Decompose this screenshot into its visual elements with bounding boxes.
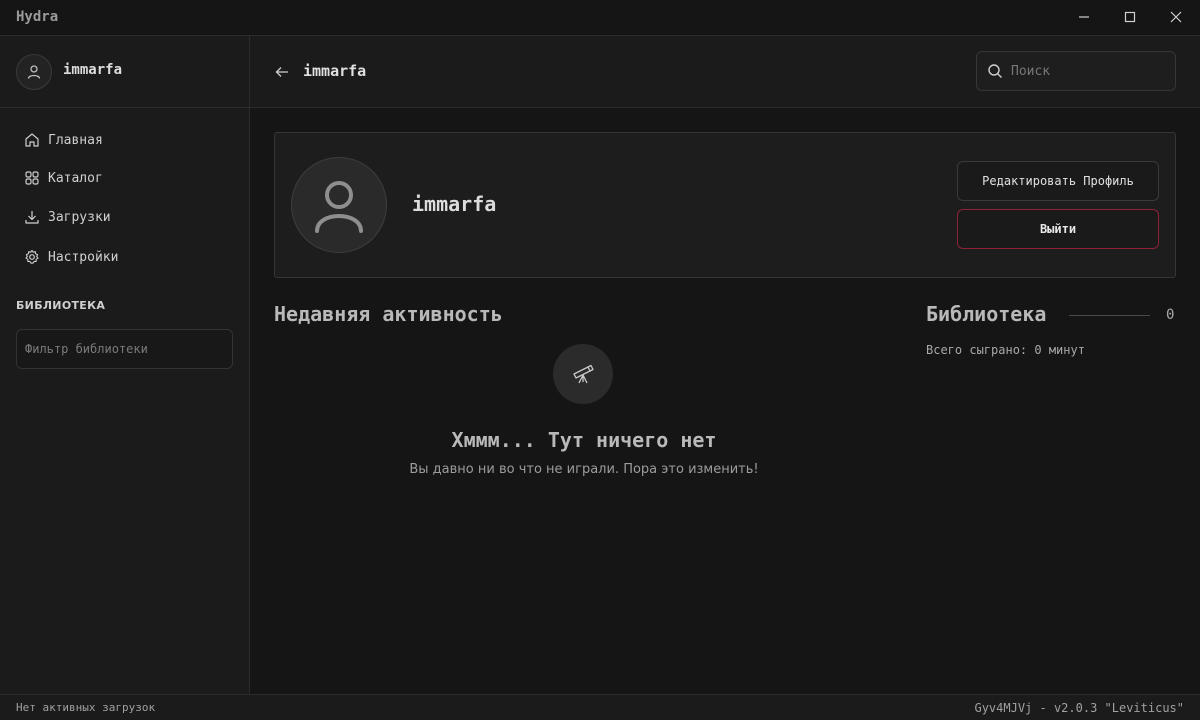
telescope-icon (573, 364, 594, 384)
search-box[interactable] (976, 51, 1176, 91)
user-icon (27, 65, 41, 79)
sidebar-item-home[interactable]: Главная (16, 125, 236, 155)
empty-state-title: Хммм... Тут ничего нет (451, 428, 717, 452)
maximize-icon (1124, 11, 1136, 23)
close-button[interactable] (1153, 0, 1199, 34)
version-label: Gyv4MJVj - v2.0.3 "Leviticus" (974, 701, 1184, 715)
sidebar-item-label: Загрузки (48, 209, 111, 225)
home-icon (22, 130, 42, 150)
page-title: immarfa (303, 62, 367, 80)
sidebar-item-catalog[interactable]: Каталог (16, 163, 236, 193)
library-divider (1069, 315, 1150, 316)
page-header: immarfa (250, 36, 1200, 108)
profile-avatar (291, 157, 387, 253)
back-button[interactable] (272, 62, 292, 82)
empty-state-icon (553, 344, 613, 404)
search-icon (988, 64, 1002, 78)
downloads-status: Нет активных загрузок (16, 701, 156, 714)
logout-button[interactable]: Выйти (957, 209, 1159, 249)
sidebar-item-downloads[interactable]: Загрузки (16, 202, 236, 232)
avatar[interactable] (16, 54, 52, 90)
arrow-left-icon (275, 67, 288, 77)
search-input[interactable] (1011, 52, 1171, 90)
minimize-icon (1079, 16, 1089, 18)
minimize-button[interactable] (1061, 0, 1107, 34)
maximize-button[interactable] (1107, 0, 1153, 34)
sidebar-item-label: Главная (48, 132, 103, 148)
library-title: Библиотека (926, 302, 1047, 326)
profile-username: immarfa (412, 192, 497, 216)
library-filter-input[interactable] (16, 329, 233, 369)
empty-state-subtitle: Вы давно ни во что не играли. Пора это и… (409, 462, 759, 477)
window-title: Hydra (16, 9, 59, 25)
window-titlebar: Hydra (0, 0, 1200, 36)
status-bar: Нет активных загрузок Gyv4MJVj - v2.0.3 … (0, 694, 1200, 720)
sidebar-item-label: Настройки (48, 249, 119, 265)
gear-icon (22, 247, 42, 267)
profile-card: immarfa Редактировать Профиль Выйти (274, 132, 1176, 278)
edit-profile-button[interactable]: Редактировать Профиль (957, 161, 1159, 201)
sidebar-username: immarfa (63, 62, 123, 78)
user-icon (315, 181, 363, 233)
library-count: 0 (1166, 307, 1175, 323)
sidebar-profile[interactable]: immarfa (0, 36, 249, 108)
download-icon (22, 207, 42, 227)
sidebar: immarfa Главная Каталог Загрузки Настрой… (0, 36, 250, 694)
close-icon (1170, 11, 1182, 23)
recent-activity-title: Недавняя активность (274, 302, 503, 326)
sidebar-item-settings[interactable]: Настройки (16, 242, 236, 272)
library-total-played: Всего сыграно: 0 минут (926, 343, 1085, 357)
sidebar-item-label: Каталог (48, 170, 103, 186)
library-heading: БИБЛИОТЕКА (16, 299, 106, 312)
grid-icon (22, 168, 42, 188)
